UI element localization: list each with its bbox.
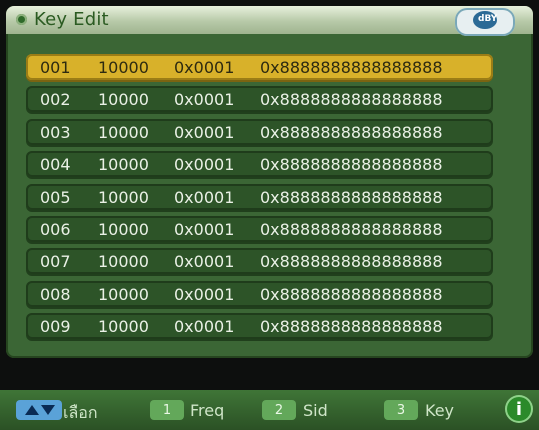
row-sid: 0x0001 [174, 317, 235, 337]
key-key-button[interactable]: 3 [384, 400, 418, 420]
row-key: 0x8888888888888888 [260, 90, 443, 110]
window-title: Key Edit [34, 9, 109, 30]
arrow-down-icon [41, 405, 55, 415]
table-row[interactable]: 006 10000 0x0001 0x8888888888888888 [26, 215, 493, 242]
row-freq: 10000 [98, 219, 149, 239]
row-number: 009 [40, 317, 71, 337]
row-number: 006 [40, 219, 71, 239]
row-sid: 0x0001 [174, 252, 235, 272]
row-freq: 10000 [98, 187, 149, 207]
row-freq: 10000 [98, 284, 149, 304]
row-key: 0x8888888888888888 [260, 252, 443, 272]
row-key: 0x8888888888888888 [260, 187, 443, 207]
title-bar: Key Edit dBY [6, 6, 533, 36]
table-row[interactable]: 002 10000 0x0001 0x8888888888888888 [26, 86, 493, 113]
table-row[interactable]: 008 10000 0x0001 0x8888888888888888 [26, 280, 493, 307]
row-key: 0x8888888888888888 [260, 317, 443, 337]
table-row[interactable]: 004 10000 0x0001 0x8888888888888888 [26, 151, 493, 178]
row-freq: 10000 [98, 317, 149, 337]
row-sid: 0x0001 [174, 58, 235, 77]
freq-key-button[interactable]: 1 [150, 400, 184, 420]
row-sid: 0x0001 [174, 187, 235, 207]
table-row[interactable]: 003 10000 0x0001 0x8888888888888888 [26, 118, 493, 145]
row-key: 0x8888888888888888 [260, 122, 443, 142]
row-number: 001 [40, 58, 71, 77]
title-dot-icon [16, 14, 27, 25]
row-sid: 0x0001 [174, 219, 235, 239]
logo-text: dBY [478, 14, 498, 24]
row-freq: 10000 [98, 90, 149, 110]
info-icon[interactable]: i [505, 395, 533, 423]
sid-key-button[interactable]: 2 [262, 400, 296, 420]
row-freq: 10000 [98, 122, 149, 142]
key-list: 001 10000 0x0001 0x8888888888888888 002 … [26, 54, 493, 346]
row-number: 003 [40, 122, 71, 142]
select-hint: เลือก [63, 403, 98, 422]
row-freq: 10000 [98, 155, 149, 175]
row-key: 0x8888888888888888 [260, 219, 443, 239]
row-key: 0x8888888888888888 [260, 58, 443, 77]
bottom-help-bar: เลือก 1 Freq 2 Sid 3 Key i [0, 390, 539, 430]
table-row[interactable]: 005 10000 0x0001 0x8888888888888888 [26, 183, 493, 210]
arrow-up-icon [25, 405, 39, 415]
freq-label: Freq [190, 401, 225, 420]
key-label: Key [425, 401, 455, 420]
dby-logo-icon: dBY [455, 8, 515, 36]
row-number: 004 [40, 155, 71, 175]
row-number: 007 [40, 252, 71, 272]
row-sid: 0x0001 [174, 284, 235, 304]
row-sid: 0x0001 [174, 155, 235, 175]
row-key: 0x8888888888888888 [260, 284, 443, 304]
row-sid: 0x0001 [174, 122, 235, 142]
row-number: 005 [40, 187, 71, 207]
up-down-arrows-icon[interactable] [16, 400, 62, 420]
table-row[interactable]: 009 10000 0x0001 0x8888888888888888 [26, 313, 493, 340]
row-key: 0x8888888888888888 [260, 155, 443, 175]
row-freq: 10000 [98, 252, 149, 272]
row-sid: 0x0001 [174, 90, 235, 110]
row-number: 008 [40, 284, 71, 304]
sid-label: Sid [303, 401, 328, 420]
row-number: 002 [40, 90, 71, 110]
row-freq: 10000 [98, 58, 149, 77]
table-row[interactable]: 007 10000 0x0001 0x8888888888888888 [26, 248, 493, 275]
table-row[interactable]: 001 10000 0x0001 0x8888888888888888 [26, 54, 493, 80]
